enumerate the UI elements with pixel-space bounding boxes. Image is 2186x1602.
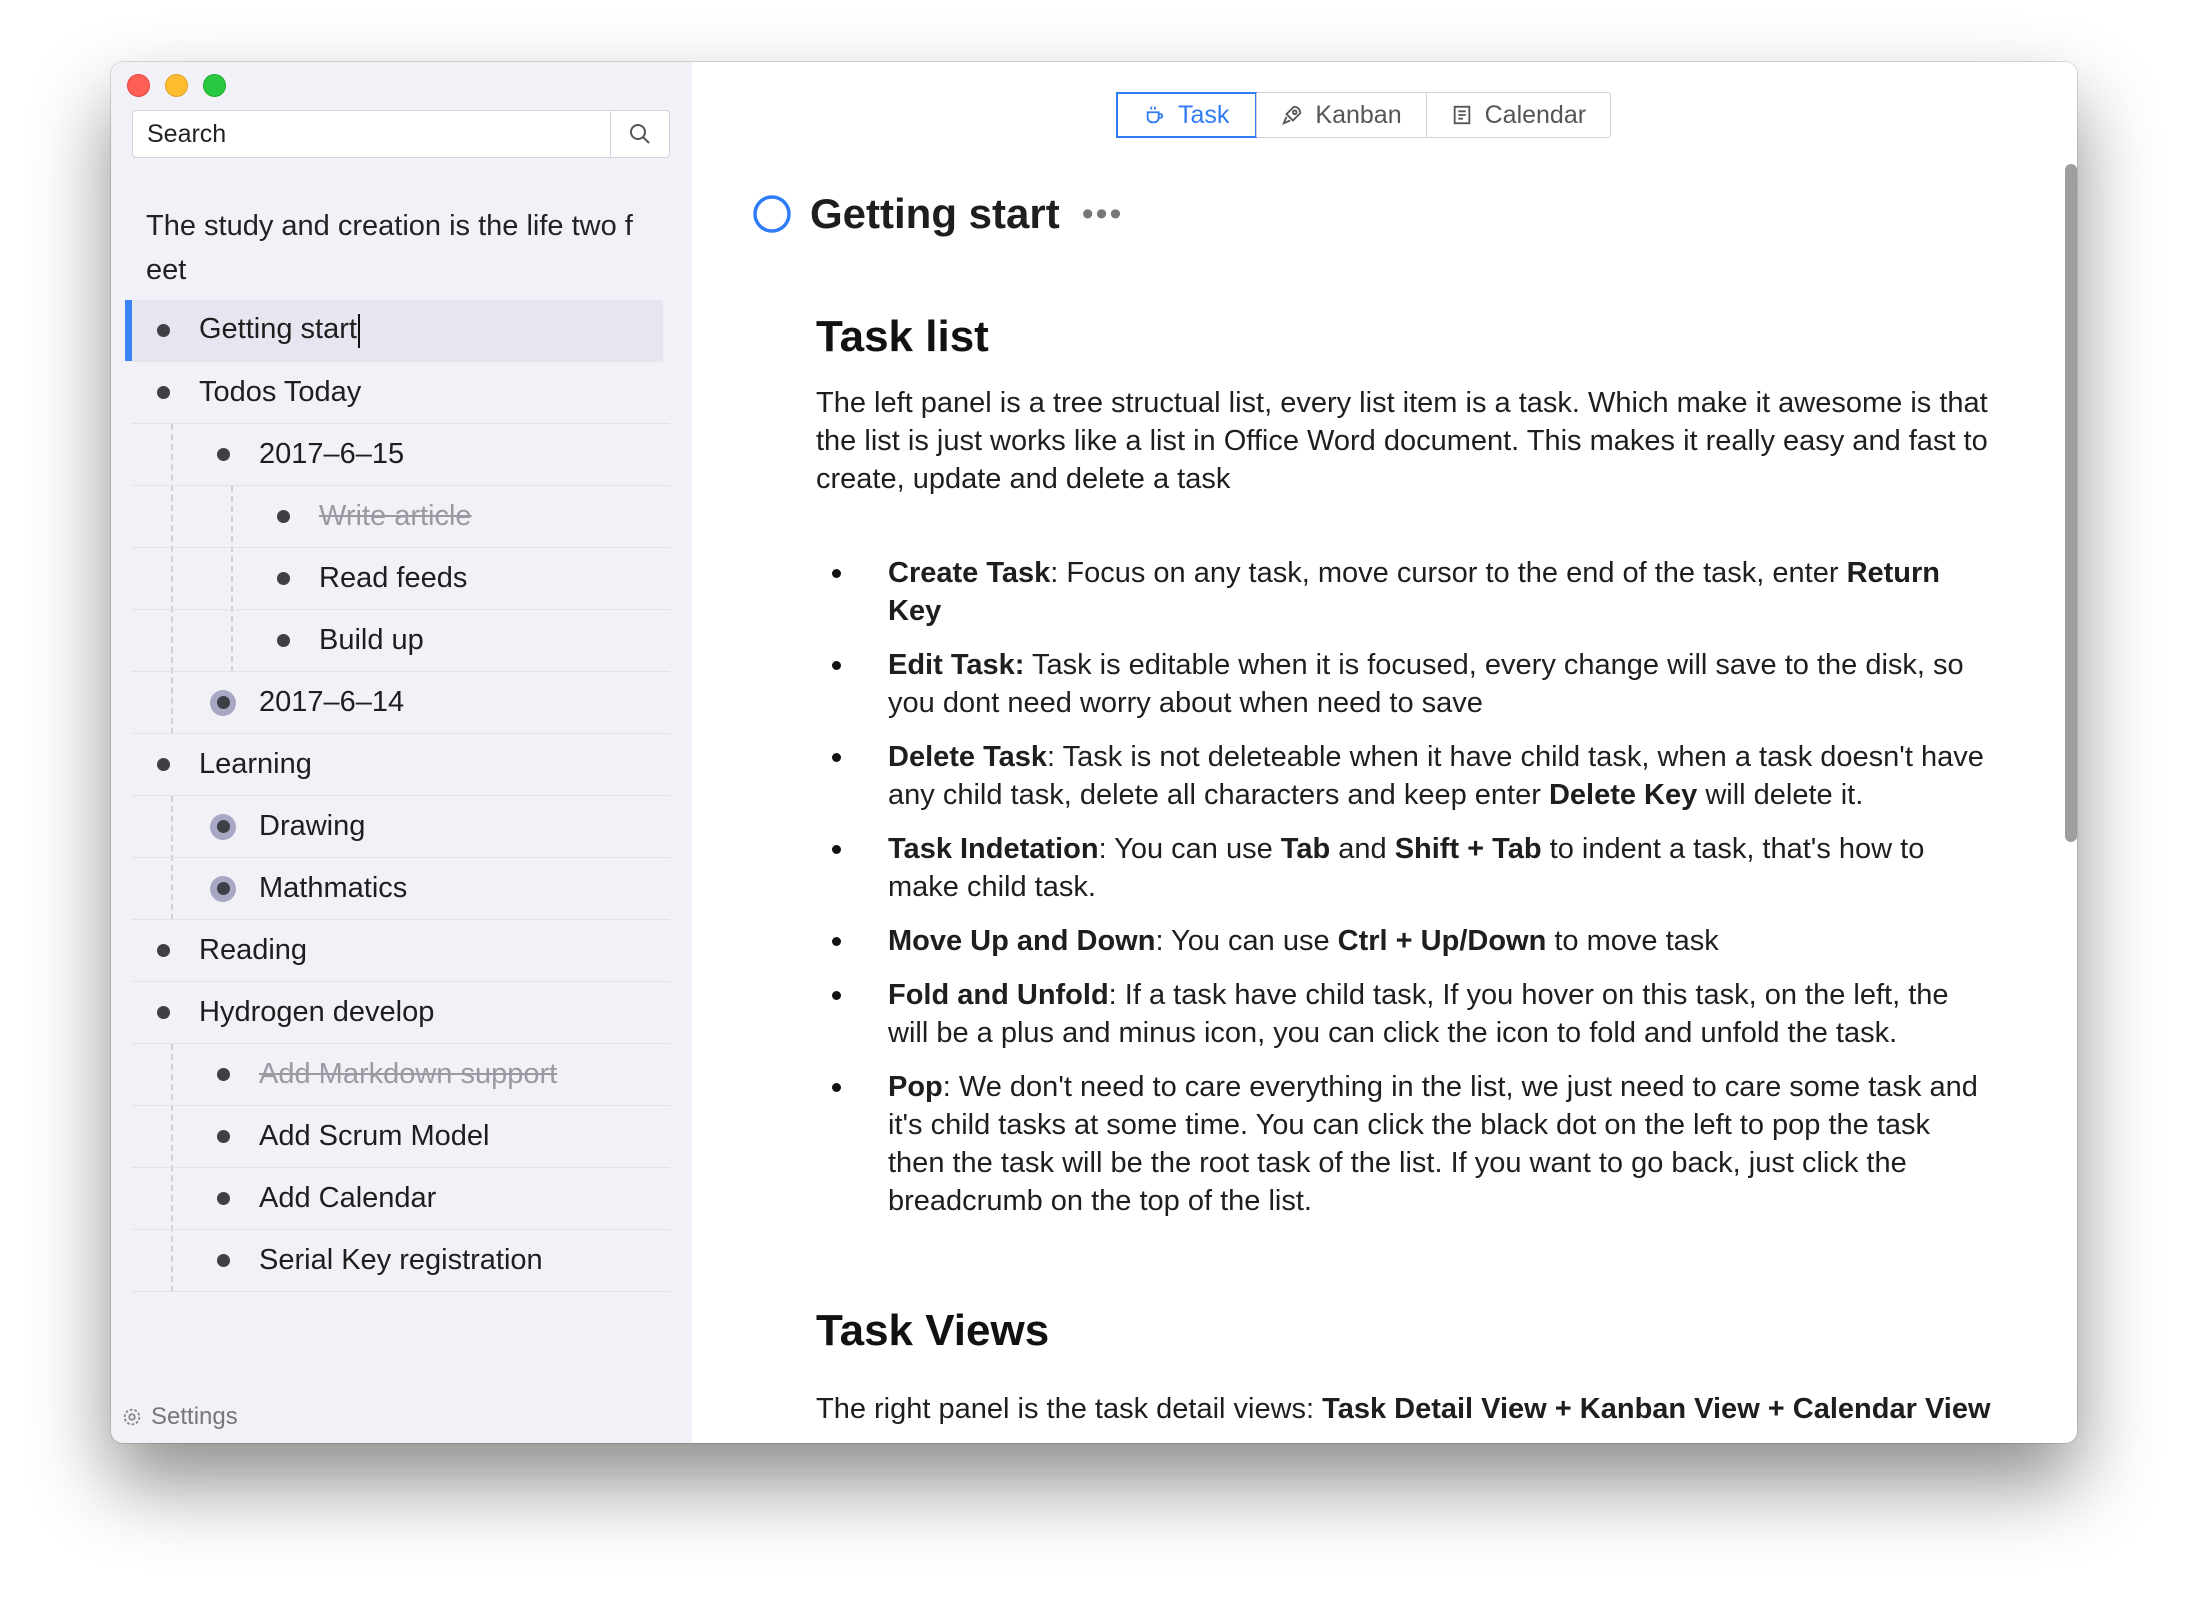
tree-item-date[interactable]: 2017–6–15	[132, 424, 670, 486]
collapsed-bullet-icon[interactable]	[210, 813, 236, 840]
more-options-icon[interactable]: •••	[1082, 195, 1124, 234]
tree-item-label[interactable]: Reading	[199, 934, 307, 967]
main-panel: Task Kanban Calendar Getting start ••• T…	[692, 62, 2077, 1443]
text-cursor	[357, 313, 360, 348]
scrollbar[interactable]	[2065, 164, 2077, 842]
bullet-icon[interactable]	[150, 1000, 176, 1026]
tree-item-label[interactable]: Getting start	[199, 313, 360, 348]
tree-item-build-up[interactable]: Build up	[132, 610, 670, 672]
tab-kanban[interactable]: Kanban	[1256, 93, 1425, 137]
tab-calendar[interactable]: Calendar	[1425, 93, 1610, 137]
heading-task-list: Task list	[816, 312, 989, 361]
gear-icon	[123, 1408, 141, 1426]
task-title[interactable]: Getting start	[810, 190, 1060, 238]
task-tree: Getting start Todos Today 2017–6–15 Writ…	[125, 300, 670, 1292]
settings-button[interactable]: Settings	[121, 1403, 238, 1431]
tree-item-read-feeds[interactable]: Read feeds	[132, 548, 670, 610]
list-item: Pop: We don't need to care everything in…	[816, 1068, 1991, 1220]
tree-item-add-markdown[interactable]: Add Markdown support	[132, 1044, 670, 1106]
app-window: The study and creation is the life two f…	[111, 62, 2077, 1443]
view-tabs: Task Kanban Calendar	[1116, 92, 1612, 138]
list-item: Move Up and Down: You can use Ctrl + Up/…	[816, 922, 1991, 960]
task-header: Getting start •••	[752, 190, 1123, 238]
tab-kanban-label: Kanban	[1315, 100, 1402, 129]
intro-paragraph: The left panel is a tree structual list,…	[816, 387, 1988, 495]
bullet-icon[interactable]	[210, 1186, 236, 1212]
list-item: Create Task: Focus on any task, move cur…	[816, 554, 1991, 630]
tab-task[interactable]: Task	[1116, 92, 1258, 138]
task-detail-content[interactable]: Task list The left panel is a tree struc…	[816, 312, 1991, 1428]
tree-item-add-calendar[interactable]: Add Calendar	[132, 1168, 670, 1230]
views-paragraph: The right panel is the task detail views…	[816, 1393, 1991, 1425]
task-status-circle-icon[interactable]	[752, 194, 792, 234]
feature-list: Create Task: Focus on any task, move cur…	[816, 554, 1991, 1220]
bullet-icon[interactable]	[150, 752, 176, 778]
close-window-button[interactable]	[127, 74, 150, 97]
bullet-icon[interactable]	[210, 1062, 236, 1088]
tree-item-label[interactable]: Serial Key registration	[259, 1244, 543, 1277]
tree-item-add-scrum[interactable]: Add Scrum Model	[132, 1106, 670, 1168]
collapsed-bullet-icon[interactable]	[210, 875, 236, 902]
maximize-window-button[interactable]	[203, 74, 226, 97]
bullet-icon[interactable]	[270, 504, 296, 530]
search-button[interactable]	[610, 111, 669, 157]
tree-item-mathmatics[interactable]: Mathmatics	[132, 858, 670, 920]
tree-item-label[interactable]: Build up	[319, 624, 424, 657]
tab-calendar-label: Calendar	[1484, 100, 1587, 129]
list-item: Edit Task: Task is editable when it is f…	[816, 646, 1991, 722]
bullet-icon[interactable]	[150, 318, 176, 344]
coffee-cup-icon	[1146, 106, 1164, 124]
tree-item-reading[interactable]: Reading	[132, 920, 670, 982]
breadcrumb[interactable]: The study and creation is the life two f…	[146, 204, 666, 292]
bullet-icon[interactable]	[210, 1248, 236, 1274]
bullet-icon[interactable]	[270, 628, 296, 654]
tree-item-label[interactable]: 2017–6–15	[259, 438, 404, 471]
tree-item-date[interactable]: 2017–6–14	[132, 672, 670, 734]
tree-item-hydrogen-develop[interactable]: Hydrogen develop	[132, 982, 670, 1044]
tree-item-label[interactable]: Write article	[319, 500, 472, 533]
list-item: Task Indetation: You can use Tab and Shi…	[816, 830, 1991, 906]
search-input[interactable]	[133, 111, 610, 157]
tree-item-write-article[interactable]: Write article	[132, 486, 670, 548]
search-icon	[630, 124, 650, 144]
list-item: Delete Task: Task is not deleteable when…	[816, 738, 1991, 814]
tree-item-label[interactable]: Add Markdown support	[259, 1058, 557, 1091]
collapsed-bullet-icon[interactable]	[210, 689, 236, 716]
heading-task-views: Task Views	[816, 1306, 1050, 1355]
tree-item-todos-today[interactable]: Todos Today	[132, 362, 670, 424]
tree-item-label[interactable]: Learning	[199, 748, 312, 781]
bullet-icon[interactable]	[210, 1124, 236, 1150]
tree-item-label[interactable]: 2017–6–14	[259, 686, 404, 719]
tree-item-label[interactable]: Add Scrum Model	[259, 1120, 490, 1153]
sidebar: The study and creation is the life two f…	[111, 62, 692, 1443]
tree-item-learning[interactable]: Learning	[132, 734, 670, 796]
tree-item-label[interactable]: Hydrogen develop	[199, 996, 434, 1029]
calendar-icon	[1453, 105, 1470, 125]
search-box	[132, 110, 670, 158]
bullet-icon[interactable]	[150, 938, 176, 964]
minimize-window-button[interactable]	[165, 74, 188, 97]
window-controls	[127, 74, 226, 97]
tree-item-getting-start[interactable]: Getting start	[125, 300, 663, 362]
tree-item-label[interactable]: Mathmatics	[259, 872, 407, 905]
tree-item-drawing[interactable]: Drawing	[132, 796, 670, 858]
tree-item-label[interactable]: Todos Today	[199, 376, 361, 409]
tree-item-label[interactable]: Add Calendar	[259, 1182, 436, 1215]
bullet-icon[interactable]	[270, 566, 296, 592]
bullet-icon[interactable]	[150, 380, 176, 406]
tree-item-label[interactable]: Drawing	[259, 810, 365, 843]
tab-task-label: Task	[1178, 100, 1230, 129]
tree-item-serial-key[interactable]: Serial Key registration	[132, 1230, 670, 1292]
list-item: Fold and Unfold: If a task have child ta…	[816, 976, 1991, 1052]
tree-item-label[interactable]: Read feeds	[319, 562, 467, 595]
settings-label: Settings	[151, 1403, 238, 1430]
rocket-icon	[1282, 105, 1302, 125]
bullet-icon[interactable]	[210, 442, 236, 468]
